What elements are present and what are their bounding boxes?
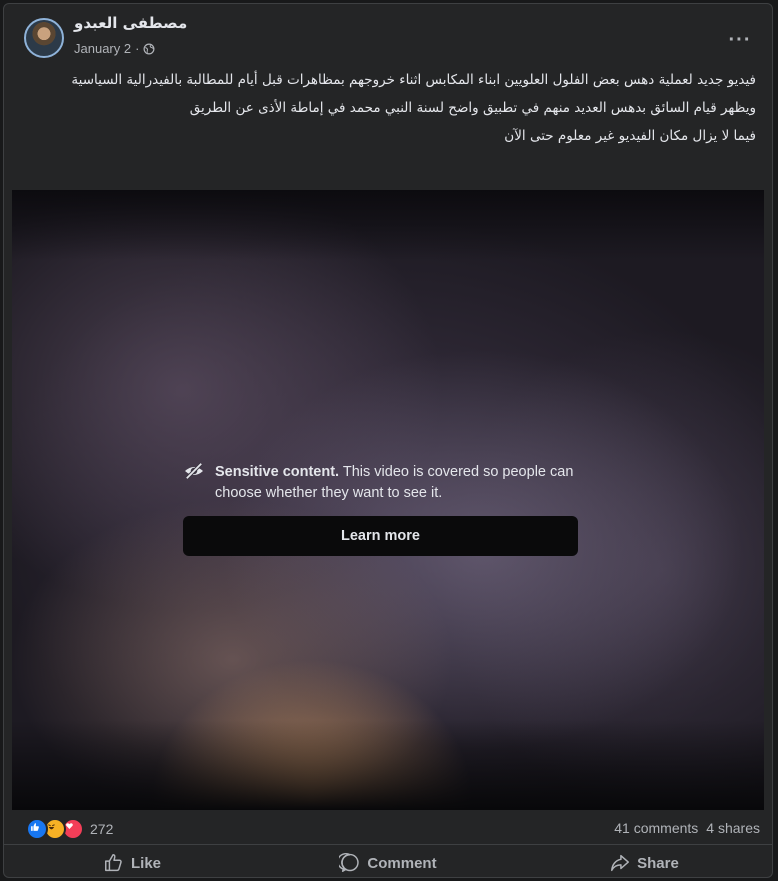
comment-button[interactable]: Comment xyxy=(260,845,516,877)
post-text: فيديو جديد لعملية دهس بعض الفلول العلويي… xyxy=(18,70,756,154)
engagement-counts: 41 comments 4 shares xyxy=(614,820,760,836)
like-label: Like xyxy=(130,854,161,872)
comment-icon xyxy=(339,853,360,872)
post-stats: 272 41 comments 4 shares xyxy=(4,816,772,842)
reactions-summary[interactable]: 272 xyxy=(26,818,113,840)
comment-label: Comment xyxy=(367,854,437,872)
sensitive-content-text: Sensitive content. This video is covered… xyxy=(215,462,603,504)
learn-more-button[interactable]: Learn more xyxy=(183,516,578,556)
author-name[interactable]: مصطفى العبدو xyxy=(74,14,187,32)
more-options-button[interactable]: ··· xyxy=(722,22,758,58)
globe-icon xyxy=(143,43,155,54)
eye-off-icon xyxy=(185,462,203,480)
post-text-paragraph-2: ويظهر قيام السائق بدهس العديد منهم في تط… xyxy=(189,100,756,116)
like-button[interactable]: Like xyxy=(4,845,260,877)
post-header: مصطفى العبدو January 2 · ··· xyxy=(4,4,772,66)
post-actions: Like Comment Share xyxy=(4,844,772,877)
thumbs-up-icon xyxy=(105,854,122,872)
post-card: مصطفى العبدو January 2 · ··· فيديو جديد … xyxy=(3,3,773,878)
like-reaction-icon xyxy=(26,818,48,840)
sensitive-content-title: Sensitive content. xyxy=(215,464,340,480)
avatar[interactable] xyxy=(24,18,64,58)
shares-count[interactable]: 4 shares xyxy=(706,820,760,836)
post-date[interactable]: January 2 xyxy=(74,41,131,56)
meta-separator: · xyxy=(135,41,140,56)
post-text-paragraph-1: فيديو جديد لعملية دهس بعض الفلول العلويي… xyxy=(71,72,756,88)
share-button[interactable]: Share xyxy=(516,845,772,877)
reaction-count: 272 xyxy=(90,821,114,837)
share-icon xyxy=(611,854,630,872)
comments-count[interactable]: 41 comments xyxy=(614,820,698,836)
video-cover[interactable]: Sensitive content. This video is covered… xyxy=(12,190,764,810)
post-meta: January 2 · xyxy=(74,41,155,56)
sensitive-content-notice: Sensitive content. This video is covered… xyxy=(183,462,603,556)
post-text-paragraph-3: فيما لا يزال مكان الفيديو غير معلوم حتى … xyxy=(504,128,756,144)
share-label: Share xyxy=(637,854,679,872)
